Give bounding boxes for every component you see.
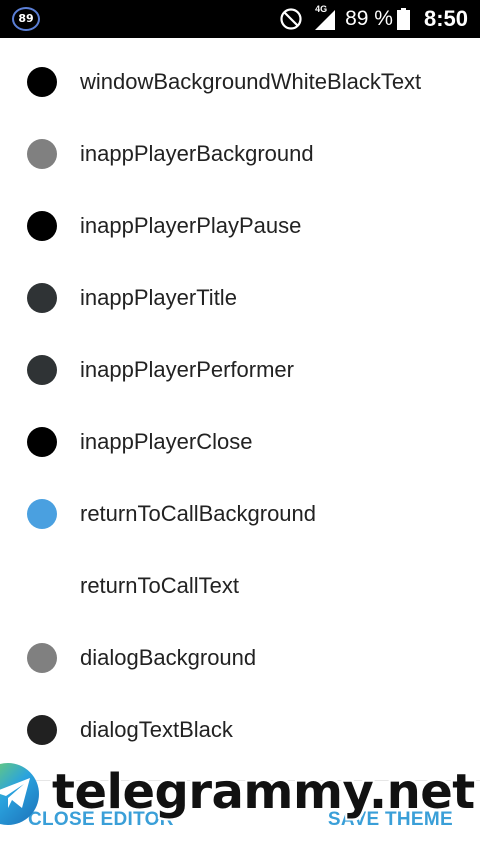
notification-badge: 89 (12, 7, 40, 31)
list-item[interactable]: inappPlayerTitle (0, 254, 480, 326)
color-key-label: inappPlayerPerformer (80, 357, 294, 382)
clock: 8:50 (423, 6, 468, 31)
color-swatch (27, 643, 57, 673)
color-swatch (27, 715, 57, 745)
battery-percent: 89 % (345, 7, 393, 30)
list-item[interactable]: inappPlayerPlayPause (0, 182, 480, 254)
color-key-label: returnToCallText (80, 573, 239, 598)
color-key-label: inappPlayerTitle (80, 285, 237, 310)
color-swatch (27, 427, 57, 457)
network-type-label: 4G (315, 4, 328, 14)
color-key-label: returnToCallBackground (80, 501, 317, 526)
list-item[interactable]: inappPlayerPerformer (0, 326, 480, 398)
color-key-label: inappPlayerPlayPause (80, 213, 302, 238)
color-swatch (27, 67, 57, 97)
save-theme-button[interactable]: SAVE THEME (328, 809, 453, 831)
do-not-disturb-icon (280, 8, 302, 30)
color-swatch (27, 211, 57, 241)
theme-color-list: windowBackgroundWhiteBlackText inappPlay… (0, 38, 480, 758)
color-swatch (27, 571, 57, 601)
signal-icon: 4G (313, 4, 336, 30)
list-item[interactable]: dialogTextBlack (0, 686, 480, 758)
list-item[interactable]: returnToCallText (0, 542, 480, 614)
list-item[interactable]: inappPlayerBackground (0, 110, 480, 182)
color-key-label: inappPlayerBackground (80, 141, 314, 166)
color-swatch (27, 355, 57, 385)
color-swatch (27, 139, 57, 169)
list-item[interactable]: windowBackgroundWhiteBlackText (0, 38, 480, 110)
list-item[interactable]: dialogBackground (0, 614, 480, 686)
color-key-label: dialogTextBlack (80, 717, 233, 742)
editor-footer: CLOSE EDITOR SAVE THEME (0, 780, 480, 854)
color-swatch (27, 499, 57, 529)
status-bar: 89 4G 89 % 8:50 (0, 0, 480, 38)
status-icons: 4G 89 % 8:50 (279, 0, 468, 38)
list-item[interactable]: inappPlayerClose (0, 398, 480, 470)
color-key-label: windowBackgroundWhiteBlackText (80, 69, 422, 94)
color-key-label: inappPlayerClose (80, 429, 253, 454)
color-key-label: dialogBackground (80, 645, 257, 670)
battery-icon (396, 8, 410, 30)
close-editor-button[interactable]: CLOSE EDITOR (28, 809, 174, 831)
color-swatch (27, 283, 57, 313)
list-item[interactable]: returnToCallBackground (0, 470, 480, 542)
